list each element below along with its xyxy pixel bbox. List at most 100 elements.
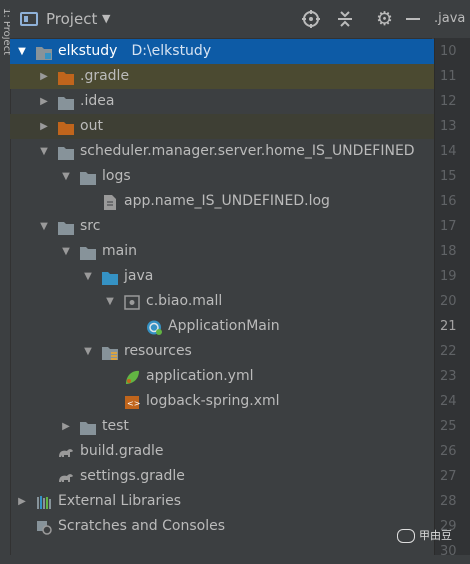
- expand-arrow-icon[interactable]: ▼: [38, 139, 50, 164]
- tree-row[interactable]: ApplicationMain: [10, 314, 434, 339]
- line-number: 22: [440, 344, 457, 359]
- tree-row[interactable]: ▼ main: [10, 239, 434, 264]
- tree-row-label: .idea: [80, 93, 115, 109]
- line-number: 20: [440, 294, 457, 309]
- line-number: 18: [440, 244, 457, 259]
- collapse-arrow-icon[interactable]: ▶: [38, 89, 50, 114]
- minimize-icon[interactable]: [406, 18, 420, 20]
- tree-row-label: c.biao.mall: [146, 293, 223, 309]
- tree-row-label: logs: [102, 168, 131, 184]
- tree-row[interactable]: settings.gradle: [10, 464, 434, 489]
- tree-row[interactable]: ▶ out: [10, 114, 434, 139]
- tree-row-label: elkstudy D:\elkstudy: [58, 43, 212, 59]
- collapse-arrow-icon[interactable]: ▶: [16, 489, 28, 514]
- tree-row-label: .gradle: [80, 68, 130, 84]
- collapse-arrow-icon[interactable]: ▶: [60, 414, 72, 439]
- line-number: 27: [440, 469, 457, 484]
- project-view-icon: [20, 12, 38, 26]
- folder-icon: [80, 419, 96, 435]
- tree-row-label: main: [102, 243, 137, 259]
- line-number: 28: [440, 494, 457, 509]
- line-number: 23: [440, 369, 457, 384]
- tree-row-label: ApplicationMain: [168, 318, 280, 334]
- wechat-icon: [397, 529, 415, 543]
- tree-row-label: app.name_IS_UNDEFINED.log: [124, 193, 330, 209]
- expand-arrow-icon[interactable]: ▼: [60, 164, 72, 189]
- line-number: 24: [440, 394, 457, 409]
- scratches-icon: [36, 519, 52, 535]
- tree-row[interactable]: ▶ External Libraries: [10, 489, 434, 514]
- tree-row-label: Scratches and Consoles: [58, 518, 225, 534]
- tree-row-label: java: [124, 268, 154, 284]
- tree-row-label: application.yml: [146, 368, 254, 384]
- spring-yml-icon: [124, 369, 140, 384]
- tree-row-label: resources: [124, 343, 192, 359]
- tree-row[interactable]: ▼ java: [10, 264, 434, 289]
- module-folder-icon: [36, 44, 52, 60]
- line-number: 14: [440, 144, 457, 159]
- gear-icon[interactable]: ⚙: [376, 0, 393, 38]
- expand-arrow-icon[interactable]: ▼: [82, 264, 94, 289]
- tree-row-label: External Libraries: [58, 493, 181, 509]
- line-number: 17: [440, 219, 457, 234]
- tree-row-label: build.gradle: [80, 443, 164, 459]
- file-icon: [102, 194, 118, 210]
- expand-arrow-icon[interactable]: ▼: [38, 214, 50, 239]
- line-number: 15: [440, 169, 457, 184]
- tree-row-path: D:\elkstudy: [131, 43, 212, 59]
- tree-row-label: out: [80, 118, 103, 134]
- tree-row[interactable]: app.name_IS_UNDEFINED.log: [10, 189, 434, 214]
- tree-row-label: scheduler.manager.server.home_IS_UNDEFIN…: [80, 143, 415, 159]
- folder-icon: [58, 219, 74, 235]
- package-icon: [124, 294, 140, 310]
- line-number: 13: [440, 119, 457, 134]
- tree-row-label: src: [80, 218, 101, 234]
- expand-arrow-icon[interactable]: ▼: [82, 339, 94, 364]
- expand-arrow-icon[interactable]: ▼: [104, 289, 116, 314]
- tree-row[interactable]: application.yml: [10, 364, 434, 389]
- tree-row[interactable]: ▼ src: [10, 214, 434, 239]
- spring-boot-class-icon: [146, 319, 162, 335]
- collapse-all-icon[interactable]: [336, 10, 354, 28]
- tree-row[interactable]: ▼ c.biao.mall: [10, 289, 434, 314]
- line-number: 12: [440, 94, 457, 109]
- folder-icon: [80, 169, 96, 185]
- excluded-folder-icon: [58, 69, 74, 85]
- line-number: 21: [440, 319, 457, 334]
- tree-row[interactable]: ▼ logs: [10, 164, 434, 189]
- tree-row[interactable]: ▶ .gradle: [10, 64, 434, 89]
- resources-folder-icon: [102, 344, 118, 360]
- tree-row[interactable]: <> logback-spring.xml: [10, 389, 434, 414]
- editor-tab[interactable]: .java: [434, 0, 470, 38]
- project-panel-header: Project ▼ ⚙: [10, 0, 432, 39]
- collapse-arrow-icon[interactable]: ▶: [38, 114, 50, 139]
- excluded-folder-icon: [58, 119, 74, 135]
- project-view-title[interactable]: Project: [46, 0, 97, 38]
- line-number: 26: [440, 444, 457, 459]
- tree-row[interactable]: build.gradle: [10, 439, 434, 464]
- line-number: 10: [440, 44, 457, 59]
- tree-row[interactable]: ▼ scheduler.manager.server.home_IS_UNDEFI…: [10, 139, 434, 164]
- svg-text:<>: <>: [127, 399, 140, 408]
- tree-row[interactable]: ▶ test: [10, 414, 434, 439]
- tree-row[interactable]: ▼ resources: [10, 339, 434, 364]
- tree-row-label: logback-spring.xml: [146, 393, 280, 409]
- line-number: 25: [440, 419, 457, 434]
- expand-arrow-icon[interactable]: ▼: [60, 239, 72, 264]
- libraries-icon: [36, 494, 52, 509]
- tree-row[interactable]: Scratches and Consoles: [10, 514, 434, 539]
- locate-icon[interactable]: [302, 10, 320, 28]
- gradle-icon: [58, 469, 74, 484]
- expand-arrow-icon[interactable]: ▼: [16, 39, 28, 64]
- collapse-arrow-icon[interactable]: ▶: [38, 64, 50, 89]
- xml-file-icon: <>: [124, 394, 140, 409]
- source-folder-icon: [102, 269, 118, 285]
- line-number: 19: [440, 269, 457, 284]
- folder-icon: [58, 94, 74, 110]
- tree-row-label: test: [102, 418, 129, 434]
- gradle-icon: [58, 444, 74, 459]
- chevron-down-icon[interactable]: ▼: [102, 0, 110, 38]
- tree-row[interactable]: ▼ elkstudy D:\elkstudy: [10, 39, 434, 64]
- folder-icon: [58, 144, 74, 160]
- tree-row[interactable]: ▶ .idea: [10, 89, 434, 114]
